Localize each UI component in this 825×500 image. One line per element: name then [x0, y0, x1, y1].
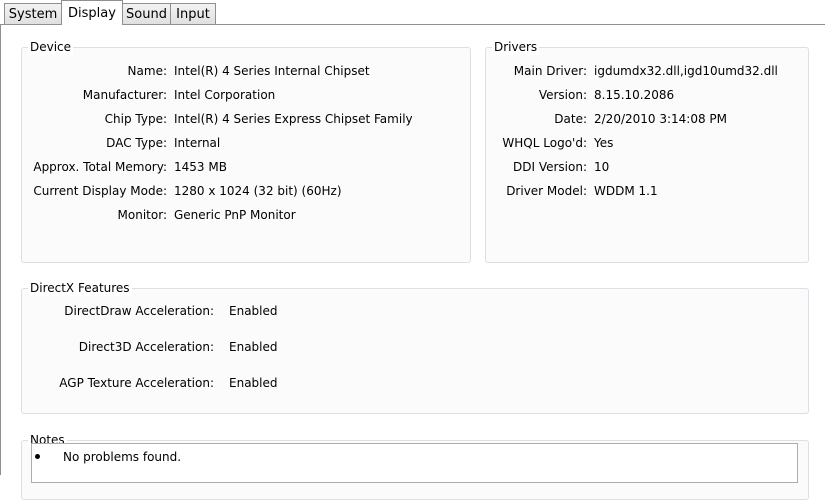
device-row: Monitor: Generic PnP Monitor — [0, 207, 471, 223]
tab-sound[interactable]: Sound — [122, 3, 171, 24]
tab-strip: System Display Sound Input — [0, 0, 825, 26]
driver-model-value: WDDM 1.1 — [594, 184, 658, 198]
tab-system[interactable]: System — [4, 3, 62, 24]
driver-ddi-label: DDI Version: — [512, 160, 587, 174]
directx-row: DirectDraw Acceleration: Enabled — [0, 303, 825, 319]
driver-row: DDI Version: 10 — [0, 159, 825, 175]
directdraw-value: Enabled — [229, 304, 278, 318]
directx-features-title: DirectX Features — [28, 280, 132, 296]
driver-version-value: 8.15.10.2086 — [594, 88, 675, 102]
notes-text-area[interactable]: No problems found. — [31, 443, 798, 483]
agp-texture-label: AGP Texture Acceleration: — [59, 376, 214, 390]
device-monitor-label: Monitor: — [117, 208, 167, 222]
agp-texture-value: Enabled — [229, 376, 278, 390]
driver-main-label: Main Driver: — [513, 64, 587, 78]
driver-whql-value: Yes — [594, 136, 614, 150]
directx-row: Direct3D Acceleration: Enabled — [0, 339, 825, 355]
direct3d-value: Enabled — [229, 340, 278, 354]
driver-date-value: 2/20/2010 3:14:08 PM — [594, 112, 728, 126]
drivers-group: Drivers — [485, 39, 809, 263]
tab-system-label: System — [8, 6, 58, 22]
driver-model-label: Driver Model: — [506, 184, 587, 198]
driver-date-label: Date: — [554, 112, 587, 126]
tab-input[interactable]: Input — [170, 3, 216, 24]
directdraw-label: DirectDraw Acceleration: — [64, 304, 214, 318]
driver-whql-label: WHQL Logo'd: — [502, 136, 587, 150]
tab-input-label: Input — [176, 6, 210, 22]
driver-ddi-value: 10 — [594, 160, 610, 174]
drivers-group-title: Drivers — [492, 39, 540, 55]
driver-row: Date: 2/20/2010 3:14:08 PM — [0, 111, 825, 127]
driver-version-label: Version: — [538, 88, 587, 102]
device-group-title: Device — [28, 39, 74, 55]
directx-row: AGP Texture Acceleration: Enabled — [0, 375, 825, 391]
driver-main-value: igdumdx32.dll,igd10umd32.dll — [594, 64, 778, 78]
tab-display[interactable]: Display — [61, 0, 123, 25]
tab-display-label: Display — [68, 5, 116, 21]
device-group: Device — [21, 39, 471, 263]
driver-row: Driver Model: WDDM 1.1 — [0, 183, 825, 199]
notes-item-text: No problems found. — [63, 450, 182, 464]
driver-row: WHQL Logo'd: Yes — [0, 135, 825, 151]
device-monitor-value: Generic PnP Monitor — [174, 208, 296, 222]
driver-row: Main Driver: igdumdx32.dll,igd10umd32.dl… — [0, 63, 825, 79]
tab-sound-label: Sound — [126, 6, 167, 22]
bullet-icon — [35, 454, 40, 459]
direct3d-label: Direct3D Acceleration: — [78, 340, 214, 354]
notes-list-item: No problems found. — [32, 449, 792, 465]
driver-row: Version: 8.15.10.2086 — [0, 87, 825, 103]
